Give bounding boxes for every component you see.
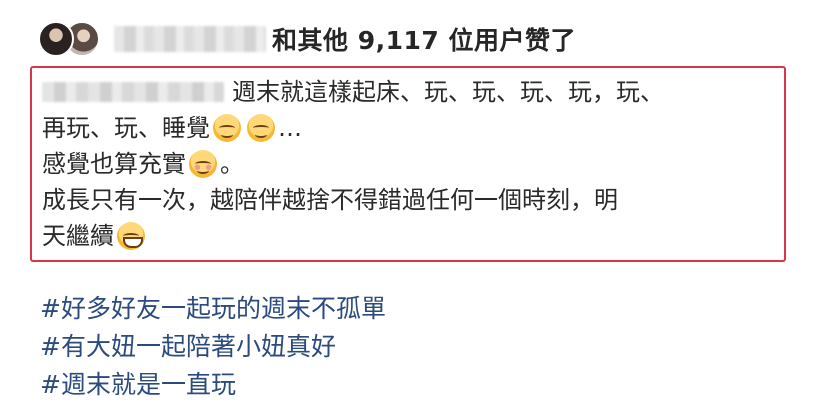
likes-row: 和其他 9,117 位用户赞了	[38, 16, 576, 62]
caption-text: 再玩、玩、睡覺	[42, 114, 210, 142]
caption-text: …	[278, 114, 302, 142]
liker-avatar[interactable]	[38, 21, 74, 57]
hashtag-link[interactable]: #週末就是一直玩	[40, 366, 386, 404]
caption-text: 天繼續	[42, 222, 114, 250]
caption-line: 感覺也算充實 。	[42, 146, 784, 182]
relieved-face-emoji-icon	[247, 114, 275, 142]
smiling-face-emoji-icon	[189, 150, 217, 178]
caption-line: 再玩、玩、睡覺 …	[42, 110, 784, 146]
caption-line: 週末就這樣起床、玩、玩、玩、玩，玩、	[42, 74, 784, 110]
highlighted-caption: 週末就這樣起床、玩、玩、玩、玩，玩、 再玩、玩、睡覺 … 感覺也算充實 。 成長…	[30, 66, 786, 262]
hashtag-link[interactable]: #有大妞一起陪著小妞真好	[40, 328, 386, 366]
grinning-face-emoji-icon	[117, 222, 145, 250]
hashtag-link[interactable]: #好多好友一起玩的週末不孤單	[40, 290, 386, 328]
blurred-author-username[interactable]	[42, 82, 224, 102]
caption-line: 成長只有一次，越陪伴越捨不得錯過任何一個時刻，明	[42, 182, 784, 218]
likes-count-text[interactable]: 和其他 9,117 位用户赞了	[272, 21, 576, 57]
blurred-username[interactable]	[114, 26, 266, 52]
caption-text: 成長只有一次，越陪伴越捨不得錯過任何一個時刻，明	[42, 186, 618, 214]
hashtag-list: #好多好友一起玩的週末不孤單 #有大妞一起陪著小妞真好 #週末就是一直玩	[40, 290, 386, 404]
caption-text: 。	[220, 150, 244, 178]
relieved-face-emoji-icon	[213, 114, 241, 142]
instagram-post-caption: 和其他 9,117 位用户赞了 週末就這樣起床、玩、玩、玩、玩，玩、 再玩、玩、…	[0, 0, 816, 420]
caption-line: 天繼續	[42, 218, 784, 254]
caption-text: 週末就這樣起床、玩、玩、玩、玩，玩、	[232, 78, 664, 106]
caption-text: 感覺也算充實	[42, 150, 186, 178]
